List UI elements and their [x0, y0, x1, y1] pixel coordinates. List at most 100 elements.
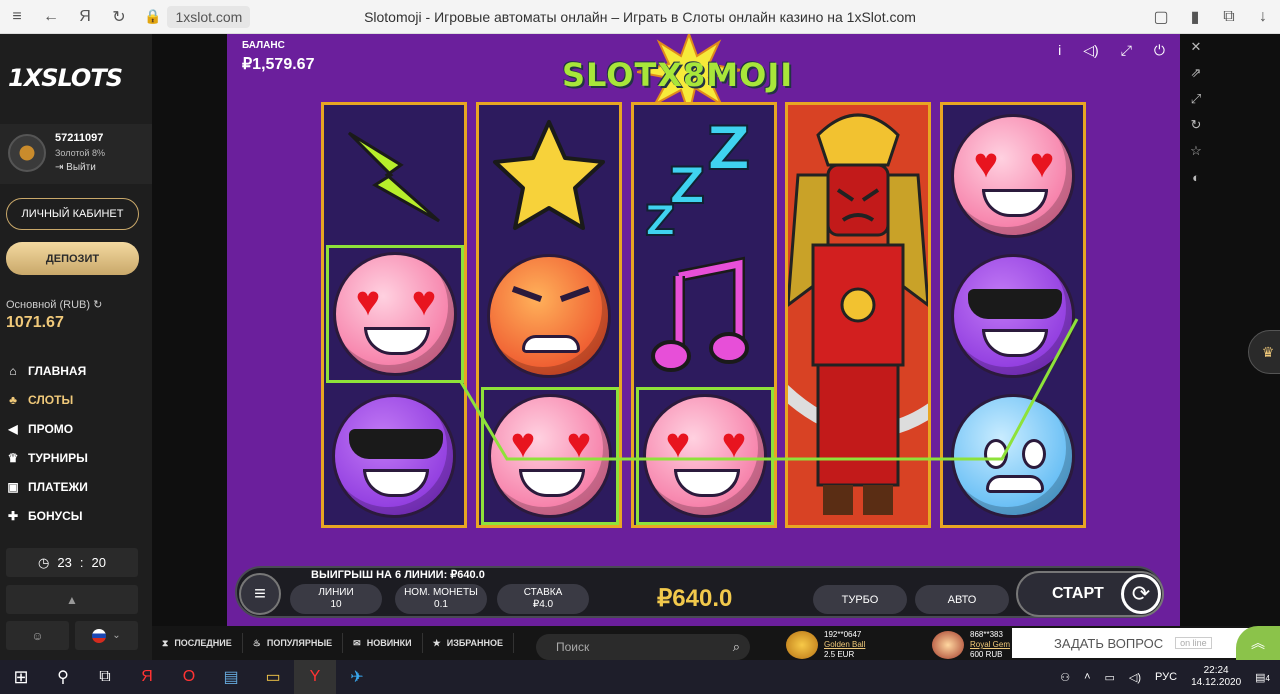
- language-select[interactable]: ⌄: [75, 621, 138, 650]
- winner-game[interactable]: Golden Ball: [824, 640, 865, 650]
- winner-amount: 2.5 EUR: [824, 650, 855, 659]
- file-explorer-icon[interactable]: ▭: [252, 660, 294, 694]
- star-icon: ★: [432, 637, 441, 648]
- trophy-icon: ♛: [7, 450, 19, 465]
- account-label: Основной (RUB) ↻: [6, 298, 102, 311]
- nav-label: БОНУСЫ: [28, 508, 83, 523]
- nav-label: ГЛАВНАЯ: [28, 363, 87, 378]
- clock-date: 14.12.2020: [1191, 677, 1242, 688]
- chevron-up-icon[interactable]: ˄: [1084, 671, 1090, 683]
- account-balance: 1071.67: [6, 314, 64, 331]
- winner-user: 192**0647: [824, 630, 862, 639]
- slot-game: БАЛАНС ₽1,579.67 SLOTX8MOJI i ◁) ⤢ ⏻ ♥ ♥: [227, 34, 1180, 626]
- yandex-browser-icon[interactable]: Я: [126, 660, 168, 694]
- system-clock[interactable]: 22:24 14.12.2020: [1191, 665, 1241, 689]
- favorite-icon[interactable]: ☆: [1184, 138, 1208, 164]
- notifications-icon[interactable]: ▤4: [1255, 671, 1270, 684]
- nav-item-tournaments[interactable]: ♛ ТУРНИРЫ: [6, 443, 146, 472]
- game-search-input[interactable]: Поиск ⌕: [536, 634, 750, 660]
- task-view-icon[interactable]: ⧉: [84, 660, 126, 694]
- address-bar[interactable]: 🔒 1xslot.com: [144, 5, 251, 28]
- opera-icon[interactable]: O: [168, 660, 210, 694]
- chevron-up-icon: ︽: [1251, 635, 1265, 651]
- tab-popular[interactable]: ♨ ПОПУЛЯРНЫЕ: [243, 633, 344, 653]
- tab-favorites[interactable]: ★ ИЗБРАННОЕ: [423, 633, 515, 653]
- chat-button[interactable]: ︽: [1236, 626, 1280, 660]
- search-placeholder: Поиск: [556, 640, 590, 654]
- page-title: Slotomoji - Игровые автоматы онлайн – Иг…: [364, 8, 916, 25]
- search-icon[interactable]: ⌕: [733, 634, 740, 660]
- tab-label: ИЗБРАННОЕ: [446, 638, 504, 648]
- bookmark-icon[interactable]: ▮: [1178, 0, 1212, 34]
- system-tray: ⚇ ˄ ▭ ◁) РУС 22:24 14.12.2020 ▤4: [1060, 660, 1280, 694]
- winner-info: 868**383 Royal Gem 600 RUB: [970, 630, 1010, 660]
- cherry-icon: ♣: [9, 392, 17, 407]
- turbo-toggle[interactable]: ТУРБО: [813, 585, 907, 614]
- volume-icon[interactable]: ◁): [1129, 671, 1141, 684]
- tab-new[interactable]: ✉ НОВИНКИ: [343, 633, 423, 653]
- lines-value: 10: [330, 599, 342, 610]
- extensions-icon[interactable]: ⧉: [1212, 0, 1246, 34]
- bet-value: ₽4.0: [532, 599, 554, 610]
- clock-icon: ◷: [38, 554, 50, 570]
- personal-cabinet-button[interactable]: ЛИЧНЫЙ КАБИНЕТ: [6, 198, 139, 230]
- expand-icon[interactable]: ⤢: [1184, 86, 1208, 112]
- language-indicator[interactable]: РУС: [1155, 671, 1177, 683]
- ask-question-label: ЗАДАТЬ ВОПРОС: [1054, 635, 1164, 651]
- nav-item-slots[interactable]: ♣ СЛОТЫ: [6, 385, 146, 414]
- external-link-icon[interactable]: ⇗: [1184, 60, 1208, 86]
- winner-user: 868**383: [970, 630, 1003, 639]
- menu-icon[interactable]: ≡: [0, 0, 34, 34]
- auto-toggle[interactable]: АВТО: [915, 585, 1009, 614]
- nav-item-bonuses[interactable]: ✚ БОНУСЫ: [6, 501, 146, 530]
- yandex-icon[interactable]: Я: [68, 0, 102, 34]
- nav-item-payments[interactable]: ▣ ПЛАТЕЖИ: [6, 472, 146, 501]
- yandex-icon[interactable]: Y: [294, 660, 336, 694]
- tab-label: ПОПУЛЯРНЫЕ: [266, 638, 333, 648]
- game-menu-button[interactable]: ≡: [239, 573, 281, 615]
- winner-info: 192**0647 Golden Ball 2.5 EUR: [824, 630, 865, 660]
- session-clock: ◷ 23 : 20: [6, 548, 138, 577]
- reload-game-icon[interactable]: ↻: [1184, 112, 1208, 138]
- spin-icon[interactable]: ⟳: [1121, 574, 1161, 614]
- nav-label: ТУРНИРЫ: [28, 450, 88, 465]
- back-icon[interactable]: ←: [34, 0, 68, 34]
- lines-label: ЛИНИИ: [318, 587, 354, 598]
- android-app-button[interactable]: ▲: [6, 585, 138, 614]
- logout-icon: ⇥: [55, 162, 67, 173]
- support-agent-button[interactable]: ☺: [6, 621, 69, 650]
- telegram-icon[interactable]: ✈: [336, 660, 378, 694]
- deposit-button[interactable]: ДЕПОЗИТ: [6, 242, 139, 275]
- coin-label: НОМ. МОНЕТЫ: [404, 587, 478, 598]
- notes-icon[interactable]: ▤: [210, 660, 252, 694]
- people-icon[interactable]: ⚇: [1060, 671, 1070, 684]
- reload-icon[interactable]: ↻: [102, 0, 136, 34]
- nav-item-promo[interactable]: ◀ ПРОМО: [6, 414, 146, 443]
- recent-winner[interactable]: 868**383 Royal Gem 600 RUB: [932, 630, 1010, 660]
- account-label-text: Основной (RUB): [6, 299, 91, 311]
- search-icon[interactable]: ⚲: [42, 660, 84, 694]
- bet-control[interactable]: СТАВКА ₽4.0: [497, 584, 589, 614]
- ask-question-widget[interactable]: ЗАДАТЬ ВОПРОС on line: [1012, 628, 1274, 658]
- protect-icon[interactable]: ▢: [1144, 0, 1178, 34]
- logout-link[interactable]: ⇥ Выйти: [55, 162, 96, 173]
- wallet-icon: ▣: [7, 479, 19, 494]
- toggle-icon[interactable]: ◐: [1184, 164, 1208, 190]
- tab-recent[interactable]: ⧗ ПОСЛЕДНИЕ: [152, 633, 243, 653]
- refresh-balance-icon[interactable]: ↻: [93, 299, 102, 311]
- downloads-icon[interactable]: ↓: [1246, 0, 1280, 34]
- tab-label: ПОСЛЕДНИЕ: [174, 638, 232, 648]
- logout-label: Выйти: [66, 162, 96, 173]
- winner-game[interactable]: Royal Gem: [970, 640, 1010, 650]
- site-logo[interactable]: 1XSLOTS: [8, 64, 123, 92]
- agent-icon: ☺: [31, 628, 44, 643]
- windows-start-icon[interactable]: ⊞: [0, 660, 42, 694]
- coin-value-control[interactable]: НОМ. МОНЕТЫ 0.1: [395, 584, 487, 614]
- close-icon[interactable]: ✕: [1184, 34, 1208, 60]
- russia-flag-icon: [92, 628, 107, 643]
- url-text[interactable]: 1xslot.com: [167, 5, 251, 28]
- lines-control[interactable]: ЛИНИИ 10: [290, 584, 382, 614]
- recent-winner[interactable]: 192**0647 Golden Ball 2.5 EUR: [786, 630, 865, 660]
- nav-item-home[interactable]: ⌂ ГЛАВНАЯ: [6, 356, 146, 385]
- network-icon[interactable]: ▭: [1105, 671, 1115, 684]
